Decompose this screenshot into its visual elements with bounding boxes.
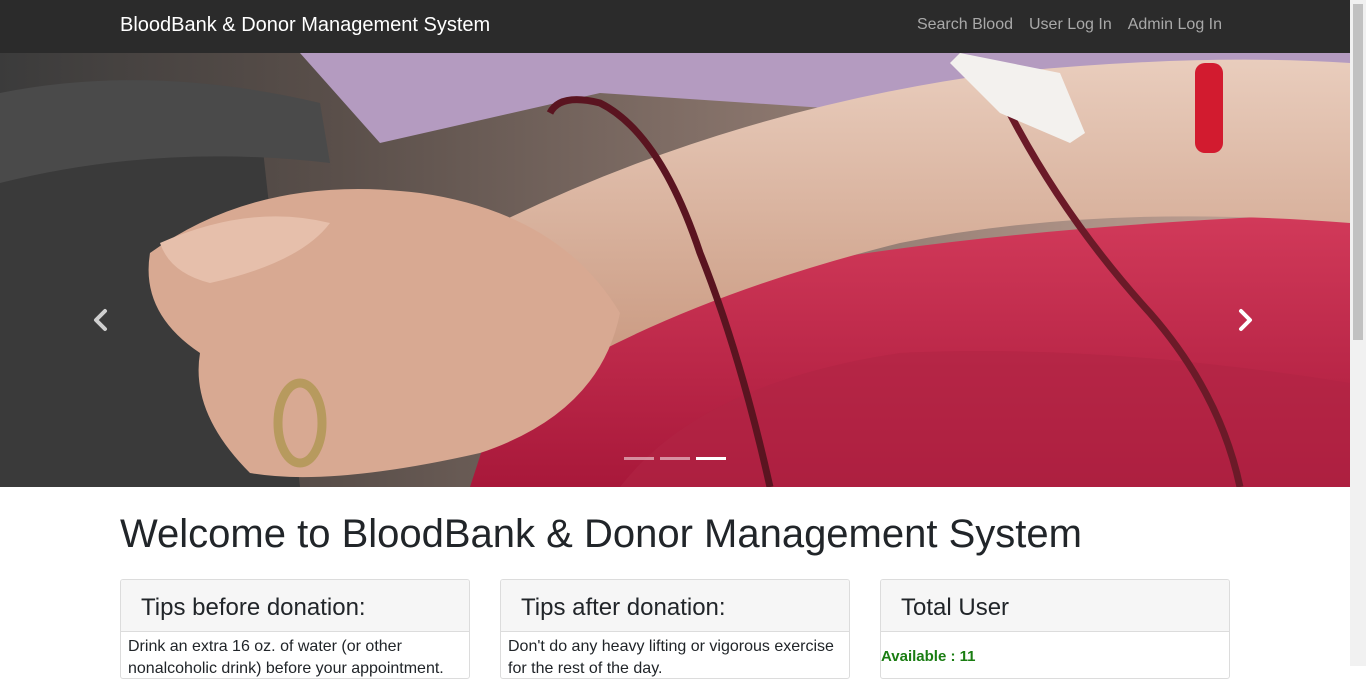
carousel-next-button[interactable] — [1230, 303, 1260, 337]
carousel-indicator-1[interactable] — [624, 457, 654, 460]
top-navbar: BloodBank & Donor Management System Sear… — [0, 0, 1350, 53]
brand-link[interactable]: BloodBank & Donor Management System — [120, 14, 490, 37]
card-header: Total User — [881, 580, 1229, 632]
carousel-indicators — [624, 457, 726, 460]
nav-search-blood[interactable]: Search Blood — [917, 16, 1013, 34]
carousel-indicator-3[interactable] — [696, 457, 726, 460]
card-tips-after: Tips after donation: Don't do any heavy … — [500, 579, 850, 679]
carousel-slide-image — [0, 53, 1350, 487]
chevron-right-icon — [1239, 309, 1252, 331]
carousel-prev-button[interactable] — [86, 303, 116, 337]
available-count: Available : 11 — [881, 648, 976, 665]
carousel-indicator-2[interactable] — [660, 457, 690, 460]
scrollbar-thumb[interactable] — [1353, 4, 1363, 340]
card-body: Don't do any heavy lifting or vigorous e… — [508, 638, 834, 677]
nav-admin-login[interactable]: Admin Log In — [1128, 16, 1222, 34]
nav-user-login[interactable]: User Log In — [1029, 16, 1112, 34]
card-header: Tips before donation: — [121, 580, 469, 632]
card-header: Tips after donation: — [501, 580, 849, 632]
nav-links: Search Blood User Log In Admin Log In — [917, 16, 1222, 34]
card-tips-before: Tips before donation: Drink an extra 16 … — [120, 579, 470, 679]
page-scrollbar[interactable] — [1350, 0, 1366, 666]
card-total-user: Total User Available : 11 — [880, 579, 1230, 679]
page-title: Welcome to BloodBank & Donor Management … — [120, 512, 1082, 556]
chevron-left-icon — [94, 309, 107, 331]
hero-carousel — [0, 53, 1350, 487]
card-body: Drink an extra 16 oz. of water (or other… — [128, 638, 444, 677]
